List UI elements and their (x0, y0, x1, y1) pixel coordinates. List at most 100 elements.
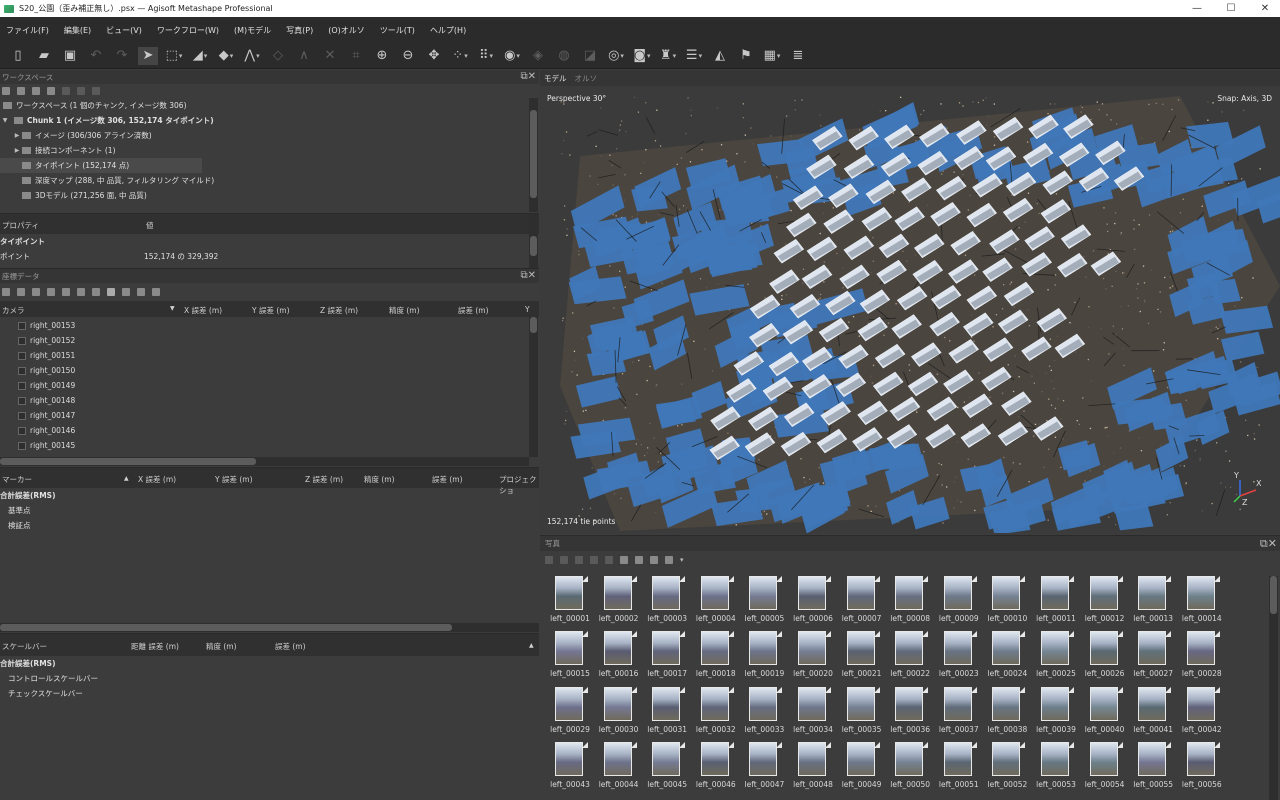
expand-arrow-icon[interactable]: ▶ (12, 132, 22, 139)
photo-thumbnail[interactable]: left_00022 (890, 631, 938, 683)
y-error-column-header[interactable]: Y 誤差 (m) (252, 305, 290, 316)
photo-thumbnail[interactable]: left_00025 (1036, 631, 1084, 683)
view-source-icon[interactable] (92, 288, 100, 296)
properties-row[interactable]: ポイント 152,174 の 329,392 (0, 249, 539, 264)
collapse-arrow-icon[interactable]: ▲ (529, 642, 534, 649)
convert-icon[interactable] (32, 288, 40, 296)
camera-list-scrollbar[interactable] (529, 317, 538, 457)
photo-thumbnail[interactable]: left_00007 (842, 576, 890, 628)
check-scalebars-row[interactable]: チェックスケールバー (0, 686, 539, 701)
view-estimated-icon[interactable] (107, 288, 115, 296)
camera-checkbox[interactable] (18, 352, 26, 360)
add-marker-icon[interactable] (47, 87, 55, 95)
control-points-row[interactable]: 基準点 (0, 503, 539, 518)
camera-list-hscrollbar[interactable] (0, 457, 529, 466)
y-column-header[interactable]: Y (525, 305, 530, 314)
photo-thumbnail[interactable]: left_00039 (1036, 687, 1084, 739)
marker-error-header[interactable]: 誤差 (m) (432, 474, 463, 485)
photo-thumbnail[interactable]: left_00030 (599, 687, 647, 739)
zoom-in-icon[interactable]: ⊕ (372, 47, 392, 65)
marker-z-error-header[interactable]: Z 誤差 (m) (305, 474, 343, 485)
z-error-column-header[interactable]: Z 誤差 (m) (320, 305, 358, 316)
enable-camera-icon[interactable] (545, 556, 553, 564)
tab-model[interactable]: モデル (540, 73, 571, 84)
photo-thumbnail[interactable]: left_00041 (1133, 687, 1181, 739)
photo-thumbnail[interactable]: left_00055 (1133, 742, 1181, 794)
new-document-icon[interactable]: ▯ (8, 47, 28, 65)
images-item[interactable]: ▶ イメージ (306/306 アライン済数) (0, 128, 539, 143)
show-cameras-icon[interactable]: ♜ (658, 47, 678, 65)
draw-polygon-icon[interactable]: ◆ (216, 47, 236, 65)
photo-thumbnail[interactable]: left_00053 (1036, 742, 1084, 794)
camera-row[interactable]: right_00149 (0, 378, 539, 393)
remove-item-icon[interactable] (92, 87, 100, 95)
tie-points-item[interactable]: タイポイント (152,174 点) (0, 158, 202, 173)
scalebar-column-header[interactable]: スケールバー (2, 641, 47, 652)
markers-hscrollbar[interactable] (0, 623, 539, 632)
menu-model[interactable]: (M)モデル (234, 25, 271, 36)
maximize-button[interactable]: ☐ (1214, 0, 1248, 17)
photo-thumbnail[interactable]: left_00029 (550, 687, 598, 739)
camera-column-header[interactable]: カメラ (2, 305, 25, 316)
photo-thumbnail[interactable]: left_00042 (1182, 687, 1230, 739)
camera-row[interactable]: right_00153 (0, 318, 539, 333)
thumbnail-size-icon[interactable] (665, 556, 673, 564)
menu-file[interactable]: ファイル(F) (6, 25, 49, 36)
menu-edit[interactable]: 編集(E) (64, 25, 91, 36)
photo-thumbnail[interactable]: left_00037 (939, 687, 987, 739)
export-reference-icon[interactable] (17, 288, 25, 296)
photo-thumbnail[interactable]: left_00014 (1182, 576, 1230, 628)
photo-thumbnail[interactable]: left_00043 (550, 742, 598, 794)
camera-checkbox[interactable] (18, 322, 26, 330)
texture-icon[interactable]: ◍ (554, 47, 574, 65)
x-error-column-header[interactable]: X 誤差 (m) (184, 305, 222, 316)
error-column-header[interactable]: 誤差 (m) (458, 305, 489, 316)
eraser-icon[interactable]: ◇ (268, 47, 288, 65)
add-photos-icon[interactable] (17, 87, 25, 95)
dense-cloud-icon[interactable]: ⠿ (476, 47, 496, 65)
photo-thumbnail[interactable]: left_00006 (793, 576, 841, 628)
camera-checkbox[interactable] (18, 337, 26, 345)
photo-thumbnail[interactable]: left_00036 (890, 687, 938, 739)
camera-row[interactable]: right_00150 (0, 363, 539, 378)
menu-view[interactable]: ビュー(V) (106, 25, 142, 36)
photo-thumbnail[interactable]: left_00009 (939, 576, 987, 628)
photo-thumbnail[interactable]: left_00013 (1133, 576, 1181, 628)
depth-maps-item[interactable]: 深度マップ (288, 中 品質, フィルタリング マイルド) (0, 173, 539, 188)
camera-row[interactable]: right_00151 (0, 348, 539, 363)
marker-y-error-header[interactable]: Y 誤差 (m) (215, 474, 253, 485)
model-shaded-icon[interactable]: ◉ (502, 47, 522, 65)
tab-ortho[interactable]: オルソ (571, 73, 602, 84)
close-button[interactable]: ✕ (1248, 0, 1280, 17)
panel-float-close-icon[interactable]: ⧉✕ (520, 71, 536, 82)
polyline-icon[interactable]: ∧ (294, 47, 314, 65)
photo-thumbnail[interactable]: left_00046 (696, 742, 744, 794)
view-mode-dropdown-icon[interactable]: ▾ (680, 556, 684, 564)
reset-view-icon[interactable]: ✥ (424, 47, 444, 65)
photo-thumbnail[interactable]: left_00050 (890, 742, 938, 794)
marker-projection-header[interactable]: プロジェクショ (499, 474, 539, 496)
scalebar-distance-error-header[interactable]: 距離 誤差 (m) (131, 641, 179, 652)
photo-thumbnail[interactable]: left_00010 (987, 576, 1035, 628)
properties-scrollbar[interactable] (529, 214, 538, 269)
photo-thumbnail[interactable]: left_00033 (744, 687, 792, 739)
photo-thumbnail[interactable]: left_00003 (647, 576, 695, 628)
draw-polyline-icon[interactable]: ⋀ (242, 47, 262, 65)
menu-ortho[interactable]: (O)オルソ (328, 25, 365, 36)
import-reference-icon[interactable] (2, 288, 10, 296)
rectangle-selection-icon[interactable]: ⬚ (164, 47, 184, 65)
image-icon[interactable]: ▦ (762, 47, 782, 65)
navigation-cursor-icon[interactable]: ➤ (138, 47, 158, 65)
save-icon[interactable]: ▣ (60, 47, 80, 65)
settings-wrench-icon[interactable] (152, 288, 160, 296)
panel-float-close-icon[interactable]: ⧉✕ (1260, 537, 1277, 551)
panel-float-close-icon[interactable]: ⧉✕ (520, 270, 536, 281)
photo-thumbnail[interactable]: left_00021 (842, 631, 890, 683)
show-views-icon[interactable] (650, 556, 658, 564)
disable-icon[interactable] (77, 87, 85, 95)
camera-checkbox[interactable] (18, 382, 26, 390)
photo-thumbnail[interactable]: left_00027 (1133, 631, 1181, 683)
redo-icon[interactable]: ↷ (112, 47, 132, 65)
camera-row[interactable]: right_00146 (0, 423, 539, 438)
flag-icon[interactable] (137, 288, 145, 296)
